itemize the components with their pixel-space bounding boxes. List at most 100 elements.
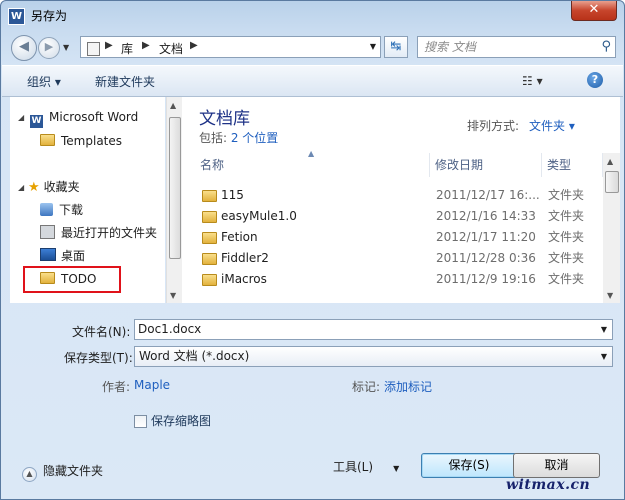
file-row[interactable]: 115 2011/12/17 16:... 文件夹 [199,185,604,206]
breadcrumb-separator-icon[interactable]: ▶ [190,40,198,51]
filename-field[interactable]: ▼ [134,319,613,340]
title-bar: W 另存为 ✕ [1,1,624,31]
hide-folders-label: 隐藏文件夹 [43,464,104,478]
save-thumbnail-checkbox[interactable] [134,415,147,428]
column-header-type[interactable]: 类型 [542,153,603,177]
sidebar-item-downloads[interactable]: 下载 [40,201,83,219]
window-title: 另存为 [31,9,68,23]
save-as-dialog: W 另存为 ✕ ◀ ▶ ▼ ▶ 库 ▶ 文档 ▶ ▼ ↹ ⚲ 组织 ▾ 新建文件… [0,0,625,500]
scrollbar-thumb[interactable] [169,117,181,259]
scroll-up-icon[interactable]: ▲ [607,157,613,166]
sidebar-item-label: Microsoft Word [49,110,139,124]
file-name: 115 [221,188,244,202]
folder-icon [202,253,217,265]
breadcrumb-library[interactable]: 库 [121,40,133,57]
address-bar[interactable]: ▶ 库 ▶ 文档 ▶ ▼ [80,36,381,58]
desktop-icon [40,248,56,261]
file-row[interactable]: easyMule1.0 2012/1/16 14:33 文件夹 [199,206,604,227]
download-icon [40,203,53,216]
tools-label: 工具(L) [333,460,374,474]
back-button[interactable]: ◀ [11,35,37,61]
folder-icon [40,134,55,146]
save-type-select[interactable]: Word 文档 (*.docx) ▼ [134,346,613,367]
scrollbar-thumb[interactable] [605,171,619,193]
cancel-button[interactable]: 取消 [513,453,600,478]
breadcrumb-separator-icon[interactable]: ▶ [105,40,113,51]
view-options-icon[interactable]: ☷ ▾ [522,74,543,88]
scroll-down-icon[interactable]: ▼ [607,291,613,300]
recent-places-icon [40,225,55,239]
navigation-pane-scrollbar[interactable]: ▲ ▼ [166,97,182,303]
sidebar-item-microsoft-word[interactable]: W Microsoft Word [30,108,139,128]
file-modified: 2011/12/9 19:16 [436,272,536,286]
word-app-icon: W [8,8,25,25]
sidebar-item-label: Templates [61,134,123,148]
tags-label: 标记: [352,380,381,394]
file-type: 文件夹 [548,188,585,202]
file-row[interactable]: Fetion 2012/1/17 11:20 文件夹 [199,227,604,248]
sidebar-item-label: 桌面 [61,249,86,263]
close-button[interactable]: ✕ [571,1,617,21]
sidebar-item-desktop[interactable]: 桌面 [40,247,85,265]
sidebar-item-label: 收藏夹 [43,180,80,194]
save-type-value: Word 文档 (*.docx) [139,349,250,363]
tools-button[interactable]: 工具(L) ▼ [333,458,399,475]
chevron-up-icon: ▲ [22,467,37,482]
file-row[interactable]: Fiddler2 2011/12/28 0:36 文件夹 [199,248,604,269]
sidebar-item-recent-folders[interactable]: 最近打开的文件夹 [40,224,157,242]
collapse-triangle-icon[interactable]: ◢ [18,113,24,122]
folder-icon [202,232,217,244]
save-thumbnail-label[interactable]: 保存缩略图 [151,412,211,429]
new-folder-button[interactable]: 新建文件夹 [95,73,155,90]
file-type: 文件夹 [548,251,585,265]
file-modified: 2012/1/17 11:20 [436,230,536,244]
search-input[interactable] [424,40,594,54]
save-button[interactable]: 保存(S) [421,453,517,478]
arrange-by-dropdown[interactable]: 文件夹 ▾ [529,119,575,133]
command-toolbar: 组织 ▾ 新建文件夹 ☷ ▾ ? [2,65,623,97]
file-name: Fiddler2 [221,251,269,265]
sidebar-item-templates[interactable]: Templates [40,132,122,150]
save-type-label: 保存类型(T): [64,351,133,365]
column-header-modified[interactable]: 修改日期 [430,153,542,177]
back-arrow-icon: ◀ [19,39,29,54]
location-icon [87,42,100,56]
tools-dropdown-icon: ▼ [393,464,400,473]
filename-input[interactable] [138,322,568,336]
star-icon: ★ [28,180,40,195]
breadcrumb-documents[interactable]: 文档 [159,40,183,57]
library-includes: 包括: 2 个位置 [199,129,278,146]
refresh-button[interactable]: ↹ [384,36,408,58]
address-dropdown-icon[interactable]: ▼ [370,42,376,51]
organize-button[interactable]: 组织 ▾ [27,73,61,90]
file-modified: 2011/12/28 0:36 [436,251,536,265]
hide-folders-button[interactable]: ▲ 隐藏文件夹 [22,462,103,482]
locations-link[interactable]: 2 个位置 [231,131,278,145]
file-row[interactable]: iMacros 2011/12/9 19:16 文件夹 [199,269,604,290]
column-header-name[interactable]: 名称 [195,153,430,177]
add-tag-link[interactable]: 添加标记 [384,378,432,395]
folder-icon [202,190,217,202]
author-value[interactable]: Maple [134,378,170,392]
recent-locations-dropdown[interactable]: ▼ [63,43,69,52]
breadcrumb-separator-icon[interactable]: ▶ [142,40,150,51]
sidebar-item-favorites[interactable]: ★ 收藏夹 [28,178,80,196]
folder-icon [202,211,217,223]
save-type-dropdown-icon[interactable]: ▼ [601,347,607,366]
file-name: Fetion [221,230,258,244]
filename-dropdown-icon[interactable]: ▼ [601,325,607,334]
file-list-scrollbar[interactable]: ▲ ▼ [603,153,620,303]
sidebar-item-label: 最近打开的文件夹 [61,226,158,240]
word-icon: W [30,115,43,128]
scroll-up-icon[interactable]: ▲ [170,101,176,110]
scroll-down-icon[interactable]: ▼ [170,291,176,300]
forward-button[interactable]: ▶ [38,37,60,59]
help-icon[interactable]: ? [587,72,603,88]
search-box[interactable]: ⚲ [417,36,616,58]
library-title: 文档库 [199,109,250,129]
file-type: 文件夹 [548,230,585,244]
collapse-triangle-icon[interactable]: ◢ [18,183,24,192]
file-name: iMacros [221,272,267,286]
search-icon[interactable]: ⚲ [601,39,611,54]
forward-arrow-icon: ▶ [44,40,54,53]
